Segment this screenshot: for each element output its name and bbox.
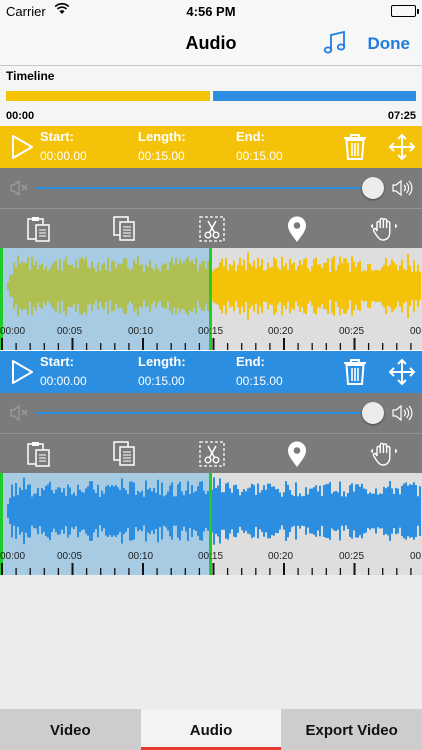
tick-label: 00:05 [57, 326, 83, 337]
waveform-view[interactable]: 00:00 00:05 00:10 00:15 00:20 00:25 00:3 [0, 248, 422, 350]
length-value[interactable]: 00:15.00 [138, 374, 185, 388]
track-toolbar [0, 208, 422, 248]
hand-icon[interactable] [370, 215, 398, 243]
empty-area [0, 575, 422, 709]
end-label: End: [236, 354, 265, 369]
page-title: Audio [185, 33, 237, 53]
volume-track[interactable] [36, 412, 374, 414]
volume-max-icon [392, 179, 414, 202]
audio-track-blue: Start: 00:00.00 Length: 00:15.00 End: 00… [0, 351, 422, 575]
time-ruler [1, 338, 412, 350]
tick-label: 00:20 [268, 326, 294, 337]
timeline: Timeline 00:00 07:25 [0, 66, 422, 126]
time-ruler [1, 563, 412, 575]
track-toolbar [0, 433, 422, 473]
done-button[interactable]: Done [368, 34, 411, 54]
start-label: Start: [40, 354, 74, 369]
volume-slider[interactable] [0, 393, 422, 433]
copy-icon[interactable] [111, 215, 139, 243]
tick-label: 00:00 [0, 551, 26, 562]
tick-label: 00:20 [268, 551, 294, 562]
cut-icon[interactable] [198, 440, 226, 468]
length-value[interactable]: 00:15.00 [138, 149, 185, 163]
hand-icon[interactable] [370, 440, 398, 468]
move-icon[interactable] [388, 358, 416, 391]
volume-track[interactable] [36, 187, 374, 189]
timeline-label: Timeline [6, 69, 55, 83]
track-header: Start: 00:00.00 Length: 00:15.00 End: 00… [0, 126, 422, 168]
cut-icon[interactable] [198, 215, 226, 243]
tab-audio[interactable]: Audio [140, 709, 282, 750]
timeline-end-time: 07:25 [387, 110, 416, 122]
clock: 4:56 PM [186, 4, 236, 19]
timeline-segment-yellow[interactable] [6, 91, 210, 101]
length-label: Length: [138, 354, 186, 369]
play-icon[interactable] [8, 133, 36, 166]
paste-icon[interactable] [25, 215, 53, 243]
volume-slider[interactable] [0, 168, 422, 208]
length-label: Length: [138, 129, 186, 144]
battery-icon [391, 5, 419, 17]
start-label: Start: [40, 129, 74, 144]
tab-label: Audio [189, 722, 233, 739]
volume-thumb[interactable] [362, 177, 384, 199]
tick-label: 00:05 [57, 551, 83, 562]
tick-label: 00:00 [0, 326, 26, 337]
tab-label: Video [50, 722, 91, 739]
tick-label: 00:15 [198, 326, 224, 337]
end-label: End: [236, 129, 265, 144]
move-icon[interactable] [388, 133, 416, 166]
navigation-bar: Audio Done [0, 24, 422, 66]
copy-icon[interactable] [111, 440, 139, 468]
tab-bar: Video Audio Export Video [0, 709, 422, 750]
tick-label: 00:15 [198, 551, 224, 562]
waveform-view[interactable]: 00:00 00:05 00:10 00:15 00:20 00:25 00:3 [0, 473, 422, 575]
timeline-start-time: 00:00 [6, 110, 35, 122]
volume-max-icon [392, 404, 414, 427]
audio-track-yellow: Start: 00:00.00 Length: 00:15.00 End: 00… [0, 126, 422, 350]
tick-label: 00:3 [410, 326, 422, 337]
end-value[interactable]: 00:15.00 [236, 374, 283, 388]
play-icon[interactable] [8, 358, 36, 391]
timeline-segment-blue[interactable] [213, 91, 416, 101]
location-pin-icon[interactable] [283, 215, 311, 243]
tab-label: Export Video [305, 722, 398, 739]
volume-mute-icon [10, 179, 30, 201]
start-value[interactable]: 00:00.00 [40, 374, 87, 388]
tick-label: 00:25 [339, 326, 365, 337]
paste-icon[interactable] [25, 440, 53, 468]
tick-label: 00:10 [128, 551, 154, 562]
tick-label: 00:3 [410, 551, 422, 562]
music-note-icon[interactable] [320, 28, 350, 58]
location-pin-icon[interactable] [283, 440, 311, 468]
trash-icon[interactable] [343, 358, 367, 391]
tab-export-video[interactable]: Export Video [281, 709, 422, 750]
track-header: Start: 00:00.00 Length: 00:15.00 End: 00… [0, 351, 422, 393]
volume-mute-icon [10, 404, 30, 426]
start-value[interactable]: 00:00.00 [40, 149, 87, 163]
status-bar: Carrier 4:56 PM [0, 0, 422, 24]
tick-label: 00:10 [128, 326, 154, 337]
trash-icon[interactable] [343, 133, 367, 166]
end-value[interactable]: 00:15.00 [236, 149, 283, 163]
volume-thumb[interactable] [362, 402, 384, 424]
tab-video[interactable]: Video [0, 709, 141, 750]
tick-label: 00:25 [339, 551, 365, 562]
